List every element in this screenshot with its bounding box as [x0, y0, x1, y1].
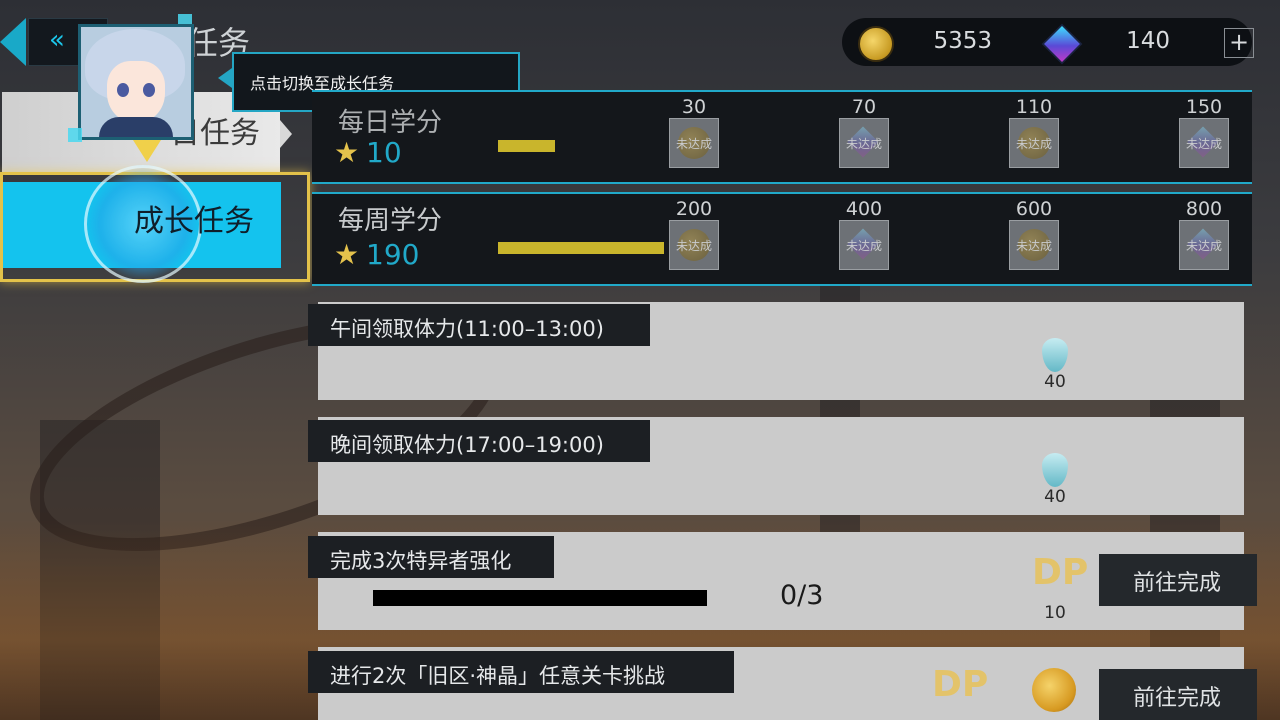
- milestone-status: 未达成: [675, 137, 712, 151]
- goto-complete-button[interactable]: 前往完成: [1099, 669, 1257, 720]
- weekly-milestone[interactable]: 600 未达成: [1008, 198, 1060, 270]
- daily-milestone[interactable]: 110 未达成: [1008, 96, 1060, 168]
- coin-icon: 未达成: [669, 118, 719, 168]
- add-currency-button[interactable]: +: [1224, 28, 1254, 58]
- tab-growth-label: 成长任务: [134, 204, 254, 239]
- milestone-status: 未达成: [1015, 137, 1052, 151]
- task-title-bar: 晚间领取体力(17:00–19:00): [308, 420, 650, 462]
- dp-icon: DP: [932, 664, 989, 705]
- milestone-status: 未达成: [845, 137, 882, 151]
- milestone-value: 150: [1185, 96, 1223, 118]
- daily-credits-bar: [498, 140, 555, 152]
- milestone-value: 600: [1015, 198, 1053, 220]
- milestone-value: 30: [681, 96, 707, 118]
- weekly-milestone[interactable]: 400 未达成: [838, 198, 890, 270]
- daily-milestone[interactable]: 70 未达成: [838, 96, 890, 168]
- goto-complete-label: 前往完成: [1133, 686, 1222, 711]
- decor-square-icon: [68, 128, 82, 142]
- back-arrow-icon: [0, 18, 26, 66]
- coin-count: 5353: [933, 28, 992, 54]
- weekly-credits-value: 190: [366, 238, 420, 271]
- reward-amount: 40: [1044, 487, 1066, 507]
- weekly-milestone[interactable]: 800 未达成: [1178, 198, 1230, 270]
- milestone-value: 110: [1015, 96, 1053, 118]
- coin-icon: 未达成: [1009, 118, 1059, 168]
- weekly-credits-bar: [498, 242, 664, 254]
- stamina-icon: [1038, 330, 1072, 376]
- guide-down-arrow-icon: [133, 140, 161, 162]
- task-progress-text: 0/3: [780, 580, 824, 611]
- milestone-status: 未达成: [675, 239, 712, 253]
- double-chevron-left-icon: «: [49, 25, 65, 55]
- goto-complete-label: 前往完成: [1133, 571, 1222, 596]
- crystal-icon: 未达成: [839, 118, 889, 168]
- milestone-status: 未达成: [1185, 239, 1222, 253]
- weekly-milestone[interactable]: 200 未达成: [668, 198, 720, 270]
- crystal-icon: 未达成: [1179, 118, 1229, 168]
- milestone-status: 未达成: [1015, 239, 1052, 253]
- milestone-status: 未达成: [1185, 137, 1222, 151]
- task-progress-bar: [373, 590, 707, 606]
- milestone-status: 未达成: [845, 239, 882, 253]
- tab-arrow-icon: [280, 120, 292, 148]
- reward-amount: 10: [1044, 603, 1066, 623]
- daily-credits-value: 10: [366, 136, 402, 169]
- daily-credits-panel: 每日学分 ★ 10 30 未达成 70 未达成 110 未达成 150 未达成: [312, 90, 1252, 184]
- milestone-value: 70: [851, 96, 877, 118]
- milestone-value: 200: [675, 198, 713, 220]
- coin-icon: [1032, 668, 1076, 712]
- task-title-bar: 完成3次特异者强化: [308, 536, 554, 578]
- milestone-value: 400: [845, 198, 883, 220]
- daily-credits-title: 每日学分: [338, 108, 443, 138]
- task-title-bar: 进行2次「旧区·神晶」任意关卡挑战: [308, 651, 734, 693]
- task-title: 午间领取体力(11:00–13:00): [330, 317, 604, 341]
- coin-icon: 未达成: [1009, 220, 1059, 270]
- crystal-icon: 未达成: [839, 220, 889, 270]
- coin-icon: [858, 26, 894, 62]
- weekly-credits-title: 每周学分: [338, 206, 443, 236]
- task-title: 进行2次「旧区·神晶」任意关卡挑战: [330, 664, 666, 688]
- tooltip-pointer-icon: [218, 68, 232, 88]
- task-title: 完成3次特异者强化: [330, 549, 512, 573]
- dp-icon: DP: [1032, 552, 1089, 593]
- daily-milestone[interactable]: 30 未达成: [668, 96, 720, 168]
- daily-milestone[interactable]: 150 未达成: [1178, 96, 1230, 168]
- star-icon: ★: [334, 238, 360, 271]
- reward-amount: 40: [1044, 372, 1066, 392]
- star-icon: ★: [334, 136, 360, 169]
- task-title: 晚间领取体力(17:00–19:00): [330, 433, 604, 457]
- milestone-value: 800: [1185, 198, 1223, 220]
- crystal-count: 140: [1126, 28, 1170, 54]
- guide-avatar: [78, 24, 194, 140]
- stamina-icon: [1038, 445, 1072, 491]
- coin-icon: 未达成: [669, 220, 719, 270]
- weekly-credits-panel: 每周学分 ★ 190 200 未达成 400 未达成 600 未达成 800 未…: [312, 192, 1252, 286]
- goto-complete-button[interactable]: 前往完成: [1099, 554, 1257, 606]
- crystal-icon: 未达成: [1179, 220, 1229, 270]
- task-title-bar: 午间领取体力(11:00–13:00): [308, 304, 650, 346]
